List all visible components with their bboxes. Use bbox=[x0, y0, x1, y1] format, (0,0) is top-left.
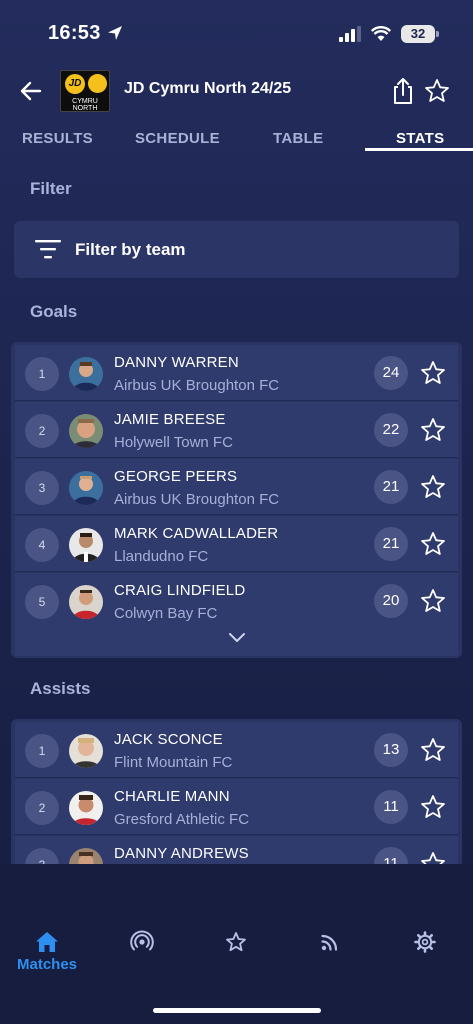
tab-results[interactable]: RESULTS bbox=[22, 130, 93, 152]
star-icon[interactable] bbox=[420, 531, 446, 557]
avatar bbox=[69, 471, 103, 505]
star-icon[interactable] bbox=[420, 417, 446, 443]
player-name: JACK SCONCE bbox=[114, 731, 223, 748]
star-icon[interactable] bbox=[420, 588, 446, 614]
filter-section-label: Filter bbox=[30, 179, 72, 198]
player-name: GEORGE PEERS bbox=[114, 468, 238, 485]
share-icon[interactable] bbox=[391, 77, 415, 105]
league-logo: JD CYMRU NORTH bbox=[60, 70, 110, 112]
rank-badge: 3 bbox=[25, 471, 59, 505]
list-item[interactable]: 5 CRAIG LINDFIELD Colwyn Bay FC 20 bbox=[15, 573, 458, 629]
bottom-nav: Matches bbox=[0, 920, 473, 980]
feed-icon bbox=[321, 934, 338, 951]
player-name: DANNY ANDREWS bbox=[114, 845, 249, 862]
expand-goals-button[interactable] bbox=[15, 626, 458, 656]
goals-section-label: Goals bbox=[30, 302, 78, 321]
cellular-signal-icon bbox=[339, 26, 361, 42]
live-radio-icon bbox=[130, 930, 154, 951]
nav-settings[interactable] bbox=[385, 920, 465, 980]
battery-tip bbox=[436, 31, 439, 37]
battery-indicator: 32 bbox=[401, 25, 435, 43]
rank-badge: 4 bbox=[25, 528, 59, 562]
rank-badge: 2 bbox=[25, 414, 59, 448]
avatar bbox=[69, 414, 103, 448]
back-arrow-icon[interactable] bbox=[18, 78, 44, 104]
player-team: Llandudno FC bbox=[114, 548, 209, 565]
star-icon[interactable] bbox=[420, 737, 446, 763]
tab-schedule[interactable]: SCHEDULE bbox=[135, 130, 220, 152]
player-team: Airbus UK Broughton FC bbox=[114, 377, 280, 394]
list-item[interactable]: 4 MARK CADWALLADER Llandudno FC 21 bbox=[15, 516, 458, 572]
logo-text: CYMRU NORTH bbox=[72, 98, 98, 112]
rank-badge: 1 bbox=[25, 734, 59, 768]
tab-table[interactable]: TABLE bbox=[273, 130, 323, 152]
star-icon[interactable] bbox=[420, 474, 446, 500]
avatar bbox=[69, 585, 103, 619]
player-team: Colwyn Bay FC bbox=[114, 605, 218, 622]
avatar bbox=[69, 528, 103, 562]
avatar bbox=[69, 357, 103, 391]
assist-count-badge: 13 bbox=[374, 733, 408, 767]
home-icon bbox=[36, 932, 58, 952]
list-item[interactable]: 2 CHARLIE MANN Gresford Athletic FC 11 bbox=[15, 779, 458, 835]
star-icon[interactable] bbox=[420, 360, 446, 386]
status-time: 16:53 bbox=[48, 22, 101, 44]
player-team: Holywell Town FC bbox=[114, 434, 233, 451]
rank-badge: 5 bbox=[25, 585, 59, 619]
filter-by-team-button[interactable]: Filter by team bbox=[14, 221, 459, 278]
star-icon bbox=[226, 932, 246, 952]
goal-count-badge: 22 bbox=[374, 413, 408, 447]
home-indicator bbox=[153, 1008, 321, 1013]
assists-list: 1 JACK SCONCE Flint Mountain FC 13 2 CHA… bbox=[11, 719, 462, 879]
page-title: JD Cymru North 24/25 bbox=[124, 80, 292, 97]
star-icon[interactable] bbox=[420, 794, 446, 820]
rank-badge: 1 bbox=[25, 357, 59, 391]
player-team: Airbus UK Broughton FC bbox=[114, 491, 280, 508]
player-team: Gresford Athletic FC bbox=[114, 811, 250, 828]
nav-feed[interactable] bbox=[290, 920, 370, 980]
location-arrow-icon bbox=[108, 26, 122, 40]
list-item[interactable]: 1 JACK SCONCE Flint Mountain FC 13 bbox=[15, 722, 458, 778]
chevron-down-icon bbox=[229, 633, 245, 642]
goals-list: 1 DANNY WARREN Airbus UK Broughton FC 24… bbox=[11, 342, 462, 658]
rank-badge: 2 bbox=[25, 791, 59, 825]
logo-jd-badge: JD bbox=[65, 74, 85, 94]
avatar bbox=[69, 791, 103, 825]
status-bar: 16:53 32 bbox=[0, 0, 473, 60]
list-item[interactable]: 3 GEORGE PEERS Airbus UK Broughton FC 21 bbox=[15, 459, 458, 515]
list-item[interactable]: 2 JAMIE BREESE Holywell Town FC 22 bbox=[15, 402, 458, 458]
avatar bbox=[69, 734, 103, 768]
player-team: Flint Mountain FC bbox=[114, 754, 233, 771]
logo-daffodil-icon bbox=[88, 74, 107, 93]
nav-favorites[interactable] bbox=[196, 920, 276, 980]
goal-count-badge: 21 bbox=[374, 527, 408, 561]
filter-icon bbox=[35, 240, 61, 259]
goal-count-badge: 20 bbox=[374, 584, 408, 618]
favorite-star-icon[interactable] bbox=[424, 78, 450, 104]
nav-matches-label: Matches bbox=[16, 956, 78, 973]
goal-count-badge: 24 bbox=[374, 356, 408, 390]
filter-button-label: Filter by team bbox=[75, 240, 186, 259]
wifi-icon bbox=[371, 26, 391, 41]
player-name: CHARLIE MANN bbox=[114, 788, 230, 805]
player-name: CRAIG LINDFIELD bbox=[114, 582, 246, 599]
player-name: MARK CADWALLADER bbox=[114, 525, 279, 542]
assist-count-badge: 11 bbox=[374, 790, 408, 824]
settings-gear-icon bbox=[414, 931, 436, 953]
player-name: DANNY WARREN bbox=[114, 354, 239, 371]
nav-live[interactable] bbox=[102, 920, 182, 980]
assists-section-label: Assists bbox=[30, 679, 91, 698]
nav-matches[interactable]: Matches bbox=[7, 920, 87, 980]
list-item[interactable]: 1 DANNY WARREN Airbus UK Broughton FC 24 bbox=[15, 345, 458, 401]
player-name: JAMIE BREESE bbox=[114, 411, 226, 428]
goal-count-badge: 21 bbox=[374, 470, 408, 504]
active-tab-indicator bbox=[365, 148, 473, 151]
